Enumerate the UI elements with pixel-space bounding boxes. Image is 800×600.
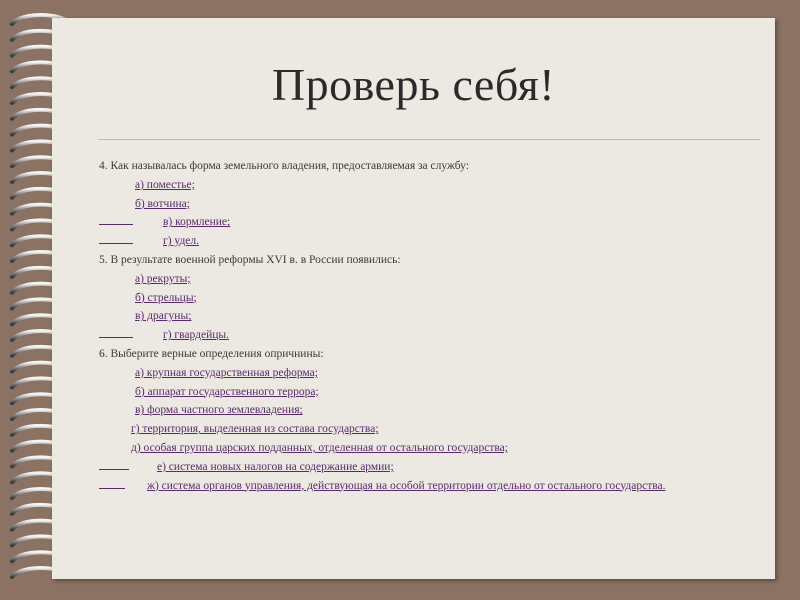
answer-blank <box>99 213 133 226</box>
answer-4b-link[interactable]: б) вотчина; <box>135 198 190 210</box>
answer-4c-link[interactable]: в) кормление; <box>163 216 230 228</box>
answer-6f-link[interactable]: е) система новых налогов на содержание а… <box>157 461 394 473</box>
question-5: 5. В результате военной реформы XVI в. в… <box>99 253 401 266</box>
answer-6g-link[interactable]: ж) система органов управления, действующ… <box>147 480 666 492</box>
answer-6b-link[interactable]: б) аппарат государственного террора; <box>135 386 319 398</box>
answer-5d-link[interactable]: г) гвардейцы. <box>163 329 229 341</box>
answer-blank <box>99 232 133 245</box>
answer-blank <box>99 326 133 339</box>
title-divider <box>98 139 760 140</box>
page-title: Проверь себя! <box>271 59 556 110</box>
answer-blank <box>99 458 129 470</box>
answer-6c-link[interactable]: в) форма частного землевладения; <box>135 404 303 416</box>
answer-5c-link[interactable]: в) драгуны; <box>135 310 191 322</box>
question-6: 6. Выберите верные определения опричнины… <box>99 347 324 360</box>
answer-6a-link[interactable]: а) крупная государственная реформа; <box>135 367 318 379</box>
answer-5b-link[interactable]: б) стрельцы; <box>135 292 197 304</box>
answer-4a-link[interactable]: а) поместье; <box>135 179 195 191</box>
answer-6d-link[interactable]: г) территория, выделенная из состава гос… <box>131 423 379 435</box>
quiz-content: 4. Как называлась форма земельного владе… <box>99 157 739 494</box>
answer-5a-link[interactable]: а) рекруты; <box>135 273 191 285</box>
answer-blank <box>99 477 125 489</box>
answer-6e-link[interactable]: д) особая группа царских подданных, отде… <box>131 442 508 454</box>
question-4: 4. Как называлась форма земельного владе… <box>99 160 469 172</box>
answer-4d-link[interactable]: г) удел. <box>163 235 199 247</box>
